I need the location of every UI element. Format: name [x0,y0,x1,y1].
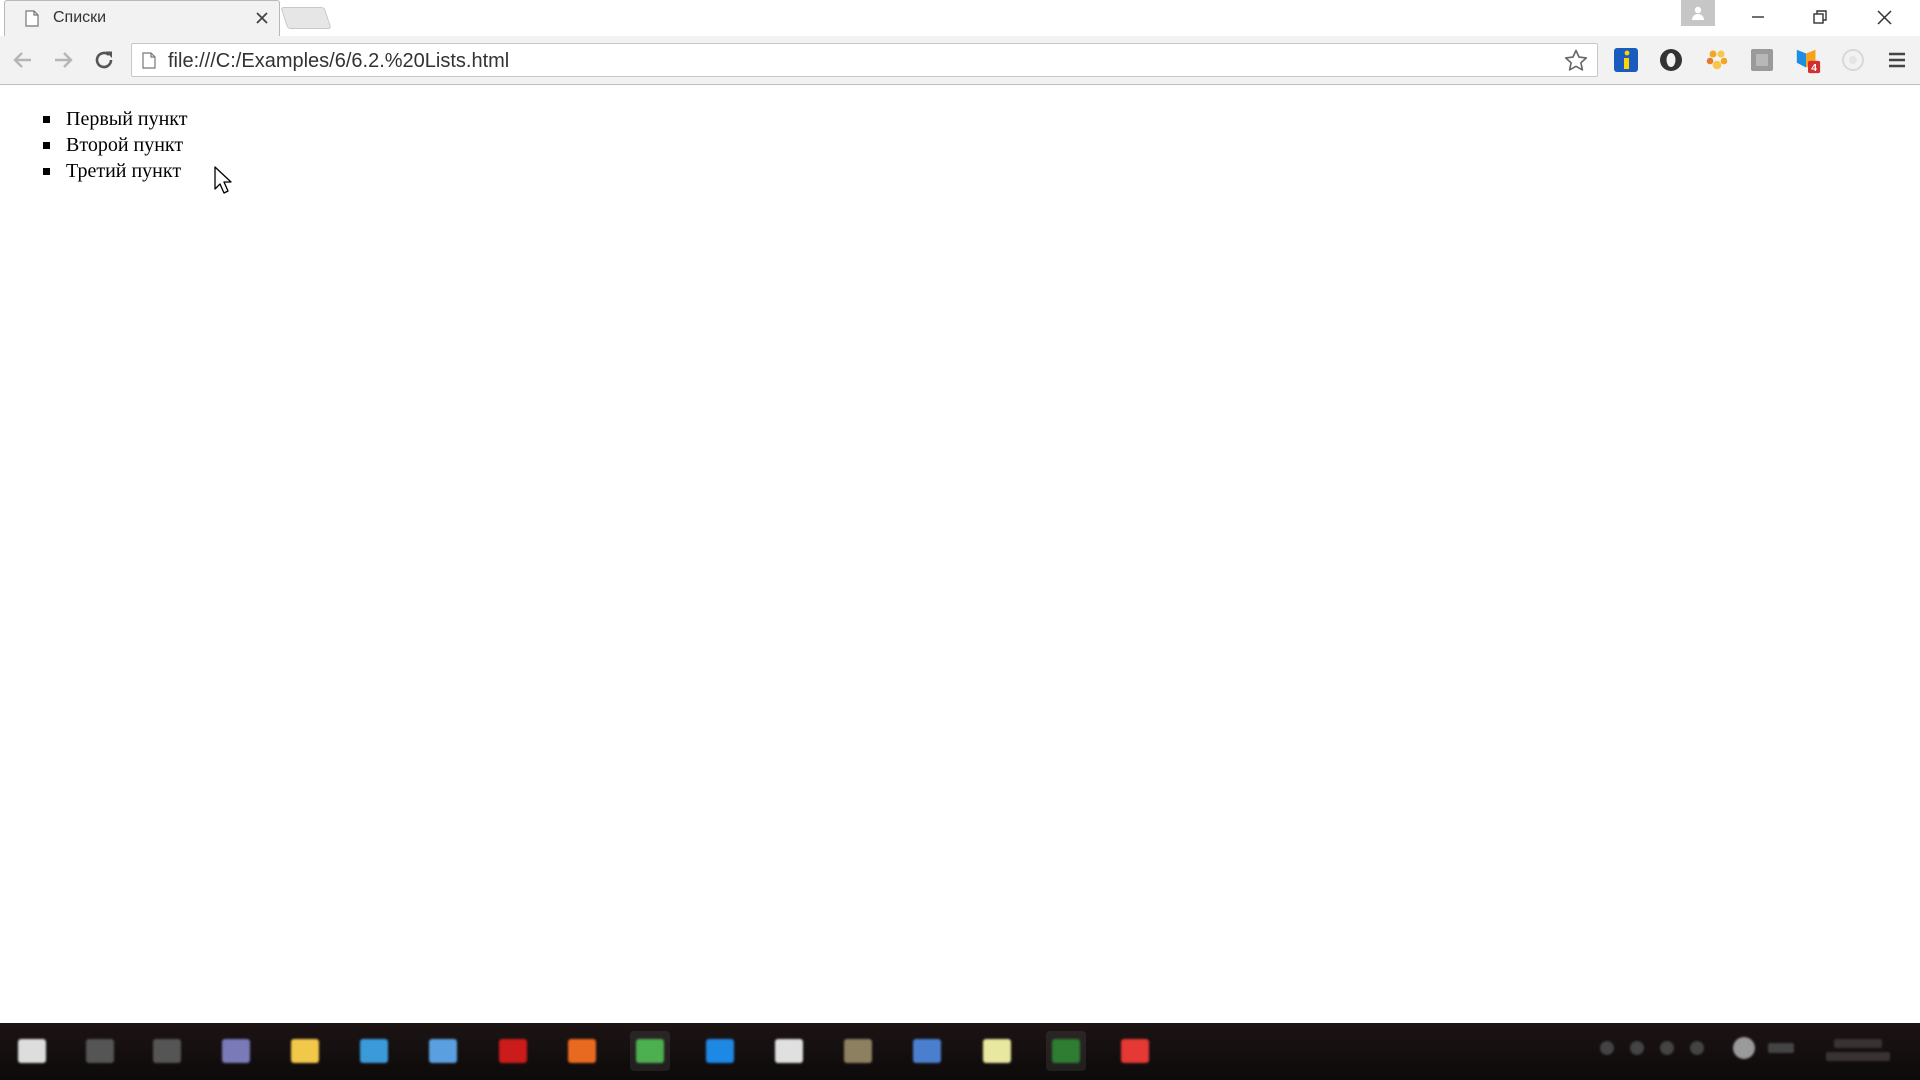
red-app-icon[interactable] [1115,1031,1155,1071]
app-icon-glyph [222,1039,250,1063]
white-app-icon[interactable] [769,1031,809,1071]
circle-extension-icon[interactable] [1657,46,1685,74]
blue-app-icon[interactable] [700,1031,740,1071]
search-icon[interactable] [80,1031,120,1071]
forward-button[interactable] [48,45,78,75]
profile-button[interactable] [1681,0,1715,26]
edge-browser-icon-glyph [360,1039,388,1063]
paw-extension-icon[interactable] [1703,46,1731,74]
list-item-text: Третий пункт [66,160,182,182]
address-bar[interactable]: file:///C:/Examples/6/6.2.%20Lists.html [131,43,1598,77]
forward-arrow-icon [55,52,73,68]
tray-chevron-icon[interactable] [1600,1041,1614,1055]
green-app-icon[interactable] [1046,1031,1086,1071]
back-button[interactable] [8,45,38,75]
info-extension-icon[interactable] [1612,46,1640,74]
ie-browser-icon-glyph [429,1039,457,1063]
tray-app-icon[interactable] [1733,1037,1755,1059]
browser-toolbar: file:///C:/Examples/6/6.2.%20Lists.html [0,36,1920,85]
browser-tab[interactable]: Списки [4,0,280,36]
opera-icon-glyph [499,1039,527,1063]
opera-icon[interactable] [493,1031,533,1071]
square-bullet [43,168,50,175]
page-viewport: Первый пункт Второй пункт Третий пункт [0,85,1920,1023]
user-icon [1692,6,1704,20]
chrome-icon-glyph [636,1039,664,1063]
file-explorer-icon[interactable] [285,1031,325,1071]
restore-button[interactable] [1792,0,1848,34]
tray-language-icon[interactable] [1768,1043,1794,1053]
chrome-menu-button[interactable] [1883,46,1911,74]
task-view-icon-glyph [153,1039,181,1063]
search-icon-glyph [86,1039,114,1063]
reload-button[interactable] [89,45,119,75]
task-view-icon[interactable] [147,1031,187,1071]
extension-badge: 4 [1811,63,1817,74]
minimize-button[interactable] [1730,0,1786,34]
restore-icon [1813,10,1827,24]
firefox-icon[interactable] [562,1031,602,1071]
menu-icon [1889,52,1905,68]
shield-extension-icon[interactable]: 4 [1794,46,1822,74]
bookmark-star-icon[interactable] [1563,48,1589,74]
green-app-icon-glyph [1052,1039,1080,1063]
tab-title: Списки [53,9,107,26]
notes-app-icon-glyph [983,1039,1011,1063]
tray-battery-icon[interactable] [1690,1041,1704,1055]
square-bullet [43,142,50,149]
start-icon-glyph [18,1039,46,1063]
mouse-cursor-icon [214,166,232,194]
notes-app-icon[interactable] [977,1031,1017,1071]
white-app-icon-glyph [775,1039,803,1063]
start-icon[interactable] [12,1031,52,1071]
list-item-text: Первый пункт [66,108,188,130]
word-app-icon[interactable] [907,1031,947,1071]
close-icon [1876,9,1892,25]
reload-icon [95,51,113,69]
firefox-icon-glyph [568,1039,596,1063]
close-window-button[interactable] [1856,0,1912,34]
grey-box-extension-icon[interactable] [1748,46,1776,74]
edge-browser-icon[interactable] [354,1031,394,1071]
file-explorer-icon-glyph [291,1039,319,1063]
taskbar-clock[interactable] [1818,1035,1898,1069]
minimize-icon [1752,16,1764,18]
tab-strip: Списки [0,0,1920,36]
taskbar [0,1023,1920,1080]
grey-app-icon[interactable] [838,1031,878,1071]
square-bullet [43,116,50,123]
bullet-list: Первый пункт Второй пункт Третий пункт [42,107,188,185]
blue-app-icon-glyph [706,1039,734,1063]
list-item: Третий пункт [42,159,188,185]
tray-network-icon[interactable] [1630,1041,1644,1055]
ie-browser-icon[interactable] [423,1031,463,1071]
grey-app-icon-glyph [844,1039,872,1063]
page-icon [25,10,39,27]
list-item-text: Второй пункт [66,134,184,156]
list-item: Первый пункт [42,107,188,133]
red-app-icon-glyph [1121,1039,1149,1063]
word-app-icon-glyph [913,1039,941,1063]
faded-circle-extension-icon[interactable] [1839,46,1867,74]
new-tab-button[interactable] [280,7,332,29]
list-item: Второй пункт [42,133,188,159]
back-arrow-icon [13,52,31,68]
chrome-icon[interactable] [630,1031,670,1071]
address-url[interactable]: file:///C:/Examples/6/6.2.%20Lists.html [168,50,509,73]
page-icon [142,52,156,69]
app-icon[interactable] [216,1031,256,1071]
tray-volume-icon[interactable] [1660,1041,1674,1055]
close-tab-icon[interactable] [253,9,271,27]
